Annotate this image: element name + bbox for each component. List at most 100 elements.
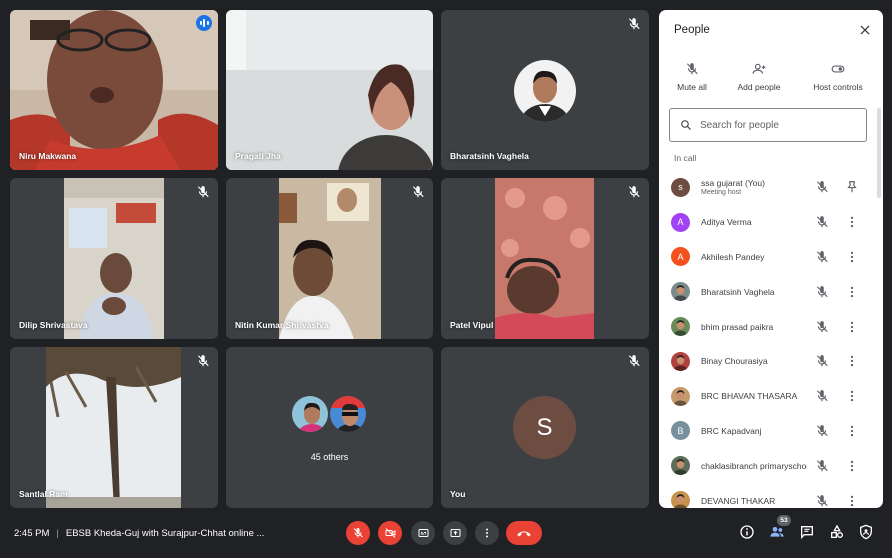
- video-tile-patel[interactable]: Patel Vipul: [441, 178, 649, 339]
- mic-off-icon: [815, 320, 829, 334]
- mic-off-icon: [815, 215, 829, 229]
- others-count-label: 45 others: [310, 452, 349, 462]
- speaking-indicator-icon: [196, 15, 212, 31]
- more-vert-icon[interactable]: [845, 494, 859, 508]
- participant-name: Aditya Verma: [701, 217, 752, 228]
- panel-scrollbar[interactable]: [877, 108, 881, 198]
- section-label: In call: [674, 153, 697, 163]
- more-vert-icon[interactable]: [845, 285, 859, 299]
- participant-role: Meeting host: [701, 189, 742, 196]
- participant-row[interactable]: bhim prasad paikra: [659, 309, 873, 344]
- meeting-info: 2:45 PM | EBSB Kheda-Guj with Surajpur-Chh…: [14, 528, 264, 539]
- mic-off-icon: [628, 18, 640, 30]
- people-panel: People Mute all Add people Host controls…: [659, 10, 883, 508]
- toggle-icon: [831, 65, 845, 73]
- more-vert-icon[interactable]: [845, 459, 859, 473]
- mic-off-icon: [815, 389, 829, 403]
- mic-off-icon: [412, 186, 424, 198]
- mic-off-icon: [353, 528, 363, 538]
- mic-off-icon: [815, 459, 829, 473]
- participant-row[interactable]: s ssa gujarat (You) Meeting host: [659, 170, 873, 205]
- more-vert-icon[interactable]: [845, 320, 859, 334]
- mute-all-button[interactable]: Mute all: [659, 62, 725, 92]
- mic-toggle-button[interactable]: [346, 521, 370, 545]
- mic-off-icon: [815, 285, 829, 299]
- participant-row[interactable]: chaklasibranch primaryschool: [659, 448, 873, 483]
- video-tile-nitin[interactable]: Nitin Kumar Shrivastva: [226, 178, 433, 339]
- mic-off-icon: [815, 250, 829, 264]
- mic-off-icon: [815, 494, 829, 508]
- participant-row[interactable]: B BRC Kapadvanj: [659, 414, 873, 449]
- present-screen-button[interactable]: [443, 521, 467, 545]
- participant-count-badge: 53: [777, 515, 791, 526]
- meeting-title[interactable]: EBSB Kheda-Guj with Surajpur-Chhat onlin…: [66, 528, 265, 539]
- video-tile-santlal[interactable]: Santlal Ram: [10, 347, 218, 508]
- search-icon: [681, 120, 691, 130]
- mic-off-icon: [815, 424, 829, 438]
- add-people-button[interactable]: Add people: [726, 62, 792, 92]
- chat-icon[interactable]: [799, 524, 815, 540]
- mic-off-icon: [628, 186, 640, 198]
- phone-hangup-icon: [517, 531, 531, 537]
- participant-name: Pragati Jha: [235, 151, 281, 161]
- more-vert-icon: [486, 528, 488, 538]
- clock-time: 2:45 PM: [14, 528, 50, 539]
- close-icon[interactable]: [858, 23, 872, 37]
- participant-avatar: A: [671, 247, 690, 267]
- host-safety-icon[interactable]: [858, 524, 874, 540]
- leave-call-button[interactable]: [506, 521, 542, 545]
- search-input[interactable]: [700, 119, 850, 131]
- participant-video: [279, 178, 381, 339]
- participant-avatar: [514, 60, 576, 122]
- others-avatar-2: [328, 394, 368, 434]
- participant-row[interactable]: DEVANGI THAKAR: [659, 483, 873, 508]
- video-tile-niru[interactable]: Niru Makwana: [10, 10, 218, 170]
- video-tile-pragati[interactable]: Pragati Jha: [226, 10, 433, 170]
- participant-name: Bharatsinh Vaghela: [450, 151, 529, 161]
- video-tile-dilip[interactable]: Dilip Shrivastava: [10, 178, 218, 339]
- participant-photo: [671, 317, 690, 337]
- participant-name: Santlal Ram: [19, 489, 68, 499]
- captions-icon: [418, 529, 428, 537]
- participant-name: Dilip Shrivastava: [19, 320, 88, 330]
- participant-row[interactable]: A Aditya Verma: [659, 205, 873, 240]
- participant-list: s ssa gujarat (You) Meeting host A Aditya Ve…: [659, 170, 873, 508]
- more-vert-icon[interactable]: [845, 389, 859, 403]
- host-controls-button[interactable]: Host controls: [805, 62, 871, 92]
- participant-photo: [671, 386, 690, 406]
- participant-video: [226, 10, 433, 170]
- pin-icon[interactable]: [845, 180, 859, 194]
- participant-name: ssa gujarat (You): [701, 178, 765, 188]
- more-vert-icon[interactable]: [845, 354, 859, 368]
- more-vert-icon[interactable]: [845, 250, 859, 264]
- participant-name: bhim prasad paikra: [701, 321, 774, 332]
- search-box[interactable]: [669, 108, 867, 142]
- people-icon[interactable]: [769, 524, 785, 540]
- participant-row[interactable]: Binay Chourasiya: [659, 344, 873, 379]
- activities-icon[interactable]: [829, 524, 845, 540]
- more-vert-icon[interactable]: [845, 215, 859, 229]
- camera-toggle-button[interactable]: [378, 521, 402, 545]
- captions-button[interactable]: [411, 521, 435, 545]
- participant-avatar: B: [671, 421, 690, 441]
- participant-row[interactable]: A Akhilesh Pandey: [659, 240, 873, 275]
- video-tile-self[interactable]: S You: [441, 347, 649, 508]
- person-add-icon: [752, 63, 765, 74]
- participant-name: You: [450, 489, 466, 499]
- participant-name: Akhilesh Pandey: [701, 251, 765, 262]
- participant-row[interactable]: Bharatsinh Vaghela: [659, 274, 873, 309]
- participant-video: [64, 178, 164, 339]
- mic-off-icon: [197, 186, 209, 198]
- participant-photo: [671, 491, 690, 508]
- mic-off-icon: [686, 63, 698, 75]
- video-tile-bharatsinh[interactable]: Bharatsinh Vaghela: [441, 10, 649, 170]
- participant-row[interactable]: BRC BHAVAN THASARA: [659, 379, 873, 414]
- video-tile-others[interactable]: 45 others: [226, 347, 433, 508]
- more-vert-icon[interactable]: [845, 424, 859, 438]
- control-label: Host controls: [813, 82, 863, 92]
- participant-name: BRC Kapadvanj: [701, 425, 762, 436]
- info-icon[interactable]: [739, 524, 755, 540]
- mic-off-icon: [815, 180, 829, 194]
- participant-name: Binay Chourasiya: [701, 356, 768, 367]
- more-options-button[interactable]: [475, 521, 499, 545]
